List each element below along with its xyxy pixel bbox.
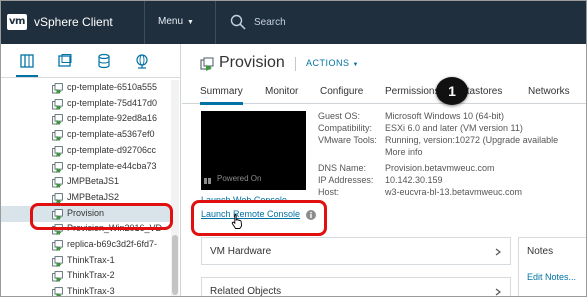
navigator-tabs (1, 44, 181, 78)
guest-os-label: Guest OS: (318, 111, 361, 121)
page-title: Provision (219, 54, 285, 71)
edit-notes-link[interactable]: Edit Notes... (527, 272, 576, 282)
provision-highlight (30, 203, 173, 230)
dns-name-value: Provision.betavmweuc.com (385, 163, 495, 173)
tree-item[interactable]: cp-template-a5367ef0 (1, 127, 171, 143)
vm-summary-content: Provision ACTIONS ▼ Summary Monitor Conf… (182, 44, 586, 297)
tree-item[interactable]: cp-template-92ed8a16 (1, 111, 171, 127)
vmware-logo[interactable]: vm (7, 14, 27, 30)
tree-item-label: cp-template-a5367ef0 (67, 129, 155, 140)
vm-hardware-panel[interactable]: VM Hardware (201, 237, 511, 265)
networking-tab[interactable] (134, 53, 150, 69)
tree-item-label: cp-template-6510a555 (67, 82, 158, 92)
top-navigation-bar: vm vSphere Client Menu ▼ Search (1, 1, 586, 44)
vm-icon (52, 255, 63, 267)
scrollbar-thumb[interactable] (172, 235, 178, 295)
search-input[interactable]: Search (254, 17, 286, 28)
ip-addresses-label: IP Addresses: (318, 175, 374, 185)
storage-icon (98, 53, 110, 69)
host-value: w3-eucvra-bl-13.betavmweuc.com (385, 187, 523, 197)
title-divider (295, 57, 296, 71)
tree-item-label: ThinkTrax-3 (67, 286, 115, 297)
chevron-down-icon: ▼ (187, 19, 194, 26)
search-icon[interactable] (230, 14, 246, 30)
inventory-navigator: cp-template-6510a555 cp-template-75d417d0… (1, 44, 181, 297)
tree-item-label: cp-template-e44cba73 (67, 160, 157, 171)
tree-item-label: JMPBetaJS1 (67, 176, 120, 187)
vm-icon (52, 130, 63, 142)
topbar-divider (144, 1, 145, 44)
tab-configure[interactable]: Configure (320, 86, 363, 97)
dns-name-label: DNS Name: (318, 163, 367, 173)
compatibility-value: ESXi 6.0 and later (VM version 11) (385, 123, 523, 133)
tab-permissions[interactable]: Permissions (385, 86, 439, 97)
vm-icon (52, 240, 63, 251)
tree-item[interactable]: cp-template-75d417d0 (1, 96, 171, 112)
vm-icon (200, 57, 214, 71)
tree-item[interactable]: cp-template-d92706cc (1, 143, 171, 159)
tab-summary[interactable]: Summary (200, 86, 243, 105)
chevron-right-icon (495, 248, 501, 256)
hand-cursor-icon (231, 214, 242, 229)
power-status-text: Powered On (217, 174, 262, 183)
menu-button[interactable]: Menu ▼ (158, 16, 194, 27)
vm-hardware-title: VM Hardware (210, 246, 272, 257)
vm-icon (52, 177, 63, 189)
tree-item-label: cp-template-d92706cc (67, 144, 157, 155)
console-thumbnail[interactable]: Powered On (201, 111, 306, 190)
guest-os-value: Microsoft Windows 10 (64-bit) (385, 111, 505, 121)
actions-label: ACTIONS (306, 58, 350, 68)
storage-tab[interactable] (96, 53, 112, 69)
chevron-down-icon: ▼ (352, 62, 359, 68)
chevron-right-icon (495, 288, 501, 296)
tree-item[interactable]: ThinkTrax-1 (1, 253, 171, 269)
tab-networks[interactable]: Networks (528, 86, 570, 97)
more-info-link[interactable]: More info (385, 147, 423, 157)
tree-item-label: ThinkTrax-2 (67, 270, 115, 281)
related-objects-panel[interactable]: Related Objects (201, 277, 511, 297)
remote-console-highlight (191, 200, 327, 236)
vm-icon (52, 114, 63, 126)
vm-icon (52, 287, 63, 296)
vm-icon (52, 83, 63, 94)
vm-icon (52, 161, 63, 173)
tree-item[interactable]: JMPBetaJS1 (1, 174, 171, 190)
related-objects-title: Related Objects (210, 286, 282, 297)
app-window: vm vSphere Client Menu ▼ Search cp-templa… (0, 0, 587, 297)
power-status-icon (204, 178, 211, 184)
tree-item-label: JMPBetaJS2 (67, 191, 120, 202)
vmware-tools-label: VMware Tools: (318, 135, 377, 145)
topbar-divider (215, 1, 216, 44)
vms-templates-icon (58, 54, 72, 67)
tab-monitor[interactable]: Monitor (265, 86, 298, 97)
tree-item-label: replica-b69c3d2f-6fd7- (67, 239, 158, 249)
vm-icon (52, 98, 63, 110)
ip-addresses-value: 10.142.30.159 (385, 175, 443, 185)
menu-label: Menu (158, 16, 184, 27)
vm-icon (52, 271, 63, 283)
compatibility-label: Compatibility: (318, 123, 373, 133)
hosts-clusters-tab[interactable] (16, 53, 38, 77)
tree-item[interactable]: cp-template-6510a555 (1, 80, 171, 96)
step-badge: 1 (436, 77, 468, 105)
tree-item-label: ThinkTrax-1 (67, 254, 115, 265)
vmware-tools-value: Running, version:10272 (Upgrade availabl… (385, 135, 559, 145)
tree-item-label: cp-template-92ed8a16 (67, 113, 158, 124)
app-title[interactable]: vSphere Client (34, 15, 113, 29)
notes-title: Notes (527, 246, 554, 257)
networking-icon (136, 54, 148, 69)
vms-templates-tab[interactable] (57, 53, 73, 69)
tree-item[interactable]: replica-b69c3d2f-6fd7- (1, 237, 171, 253)
hosts-clusters-icon (20, 54, 34, 68)
navigator-scrollbar[interactable] (171, 80, 179, 296)
tree-item[interactable]: ThinkTrax-2 (1, 268, 171, 284)
tree-item-label: cp-template-75d417d0 (67, 97, 158, 108)
vm-icon (52, 145, 63, 157)
tree-item[interactable]: ThinkTrax-3 (1, 284, 171, 297)
host-label: Host: (318, 187, 340, 197)
tree-item[interactable]: cp-template-e44cba73 (1, 159, 171, 175)
notes-panel: Notes Edit Notes... (518, 237, 586, 296)
object-tabs: Summary Monitor Configure Permissions Da… (182, 84, 586, 105)
actions-menu-button[interactable]: ACTIONS ▼ (306, 58, 359, 68)
